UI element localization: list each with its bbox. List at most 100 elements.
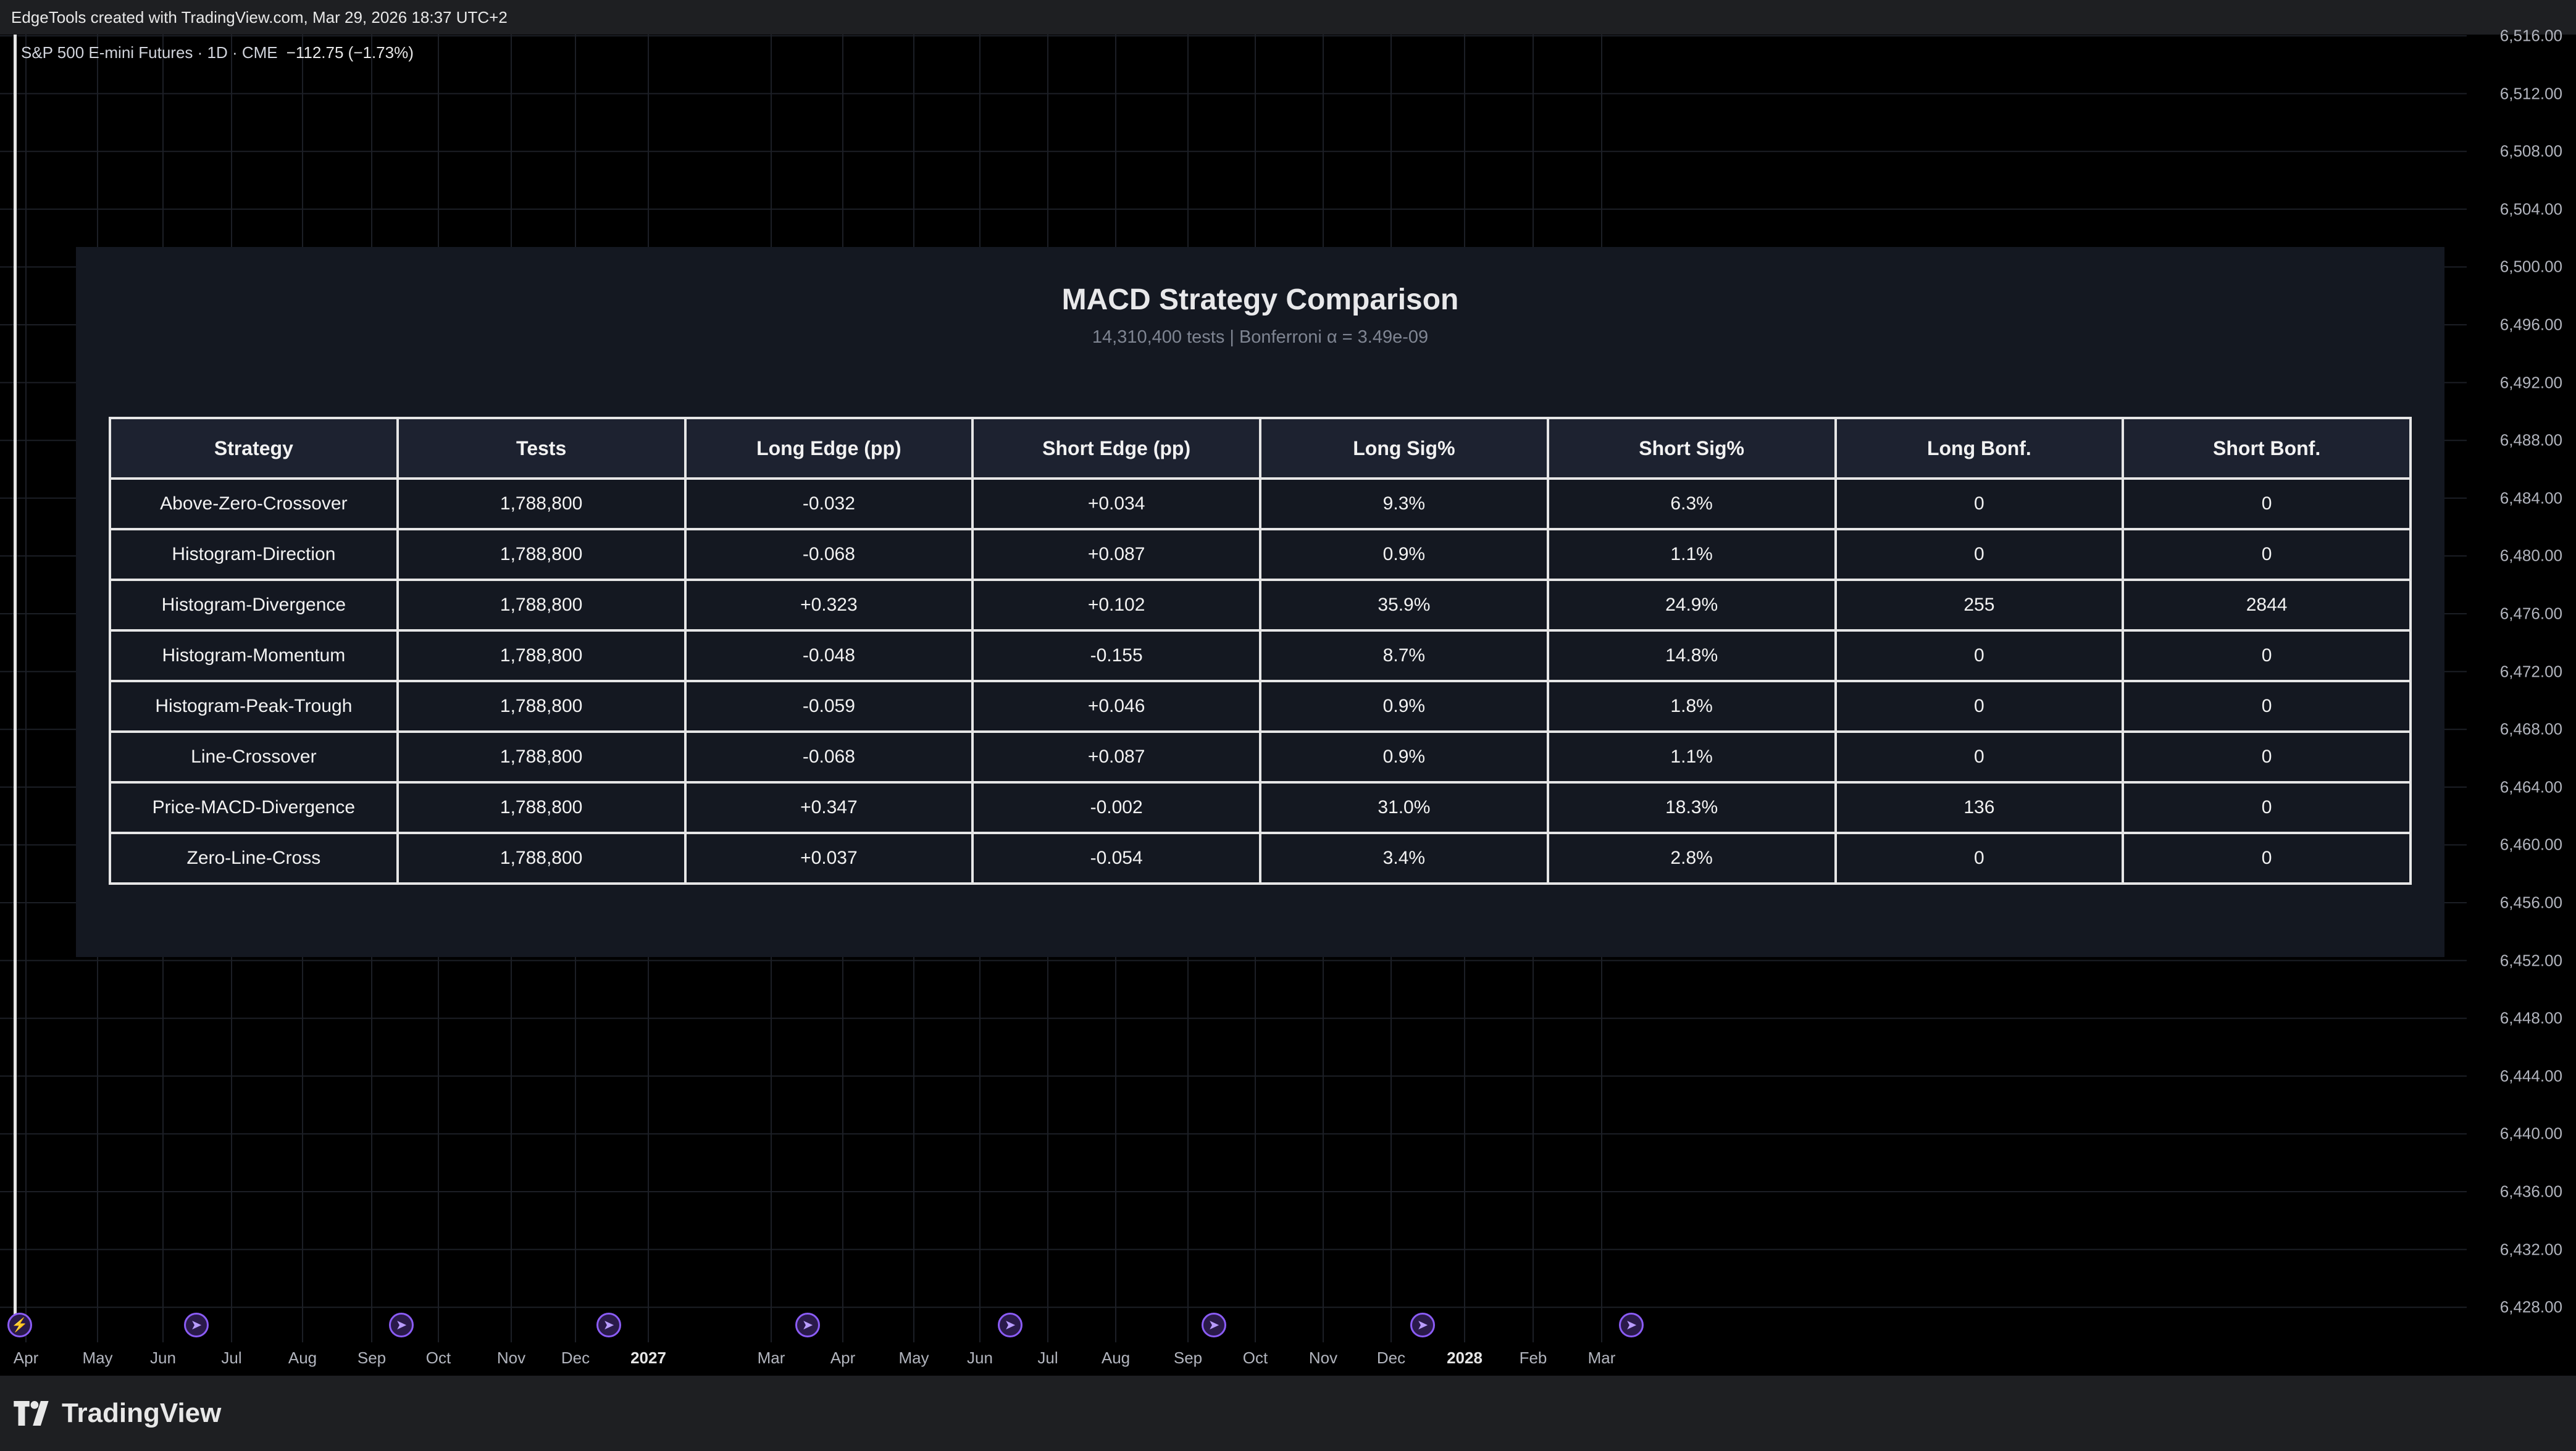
event-marker-icon[interactable]: ➤ <box>1619 1313 1644 1337</box>
price-label: 6,480.00 <box>2499 546 2562 565</box>
table-cell: 0 <box>1834 629 2125 682</box>
col-header: Short Sig% <box>1546 417 1837 480</box>
time-label: Dec <box>561 1349 590 1367</box>
time-label: 2028 <box>1447 1349 1482 1367</box>
table-cell: 0 <box>2122 832 2412 885</box>
table-cell: 0 <box>1834 477 2125 530</box>
col-header: Long Edge (pp) <box>684 417 974 480</box>
strategy-name-cell: Histogram-Divergence <box>109 579 399 632</box>
table-row: Histogram-Direction 1,788,800 -0.068 +0.087… <box>109 528 2412 581</box>
table-cell: 9.3% <box>1259 477 1549 530</box>
table-header-row: Strategy Tests Long Edge (pp) Short Edge… <box>109 417 2412 480</box>
table-row: Histogram-Divergence 1,788,800 +0.323 +0.10… <box>109 579 2412 632</box>
time-label: Mar <box>1587 1349 1616 1367</box>
table-cell: 1.8% <box>1546 680 1837 733</box>
table-cell: -0.068 <box>684 528 974 581</box>
time-label: May <box>82 1349 113 1367</box>
table-row: Line-Crossover 1,788,800 -0.068 +0.087 0.9% 1… <box>109 730 2412 784</box>
table-cell: +0.347 <box>684 781 974 834</box>
time-label: Oct <box>425 1349 451 1367</box>
strategy-name-cell: Histogram-Peak-Trough <box>109 680 399 733</box>
table-cell: 1,788,800 <box>396 781 687 834</box>
price-label: 6,444.00 <box>2499 1066 2562 1085</box>
time-label: Apr <box>13 1349 39 1367</box>
table-cell: 0 <box>2122 730 2412 784</box>
price-label: 6,460.00 <box>2499 835 2562 854</box>
table-cell: 2844 <box>2122 579 2412 632</box>
event-marker-icon[interactable]: ➤ <box>1410 1313 1435 1337</box>
table-cell: 35.9% <box>1259 579 1549 632</box>
time-label: 2027 <box>630 1349 666 1367</box>
time-label: Jul <box>1037 1349 1058 1367</box>
table-cell: 31.0% <box>1259 781 1549 834</box>
time-label: Dec <box>1376 1349 1406 1367</box>
table-cell: +0.087 <box>971 528 1261 581</box>
price-label: 6,448.00 <box>2499 1008 2562 1027</box>
table-cell: 0 <box>2122 477 2412 530</box>
price-label: 6,468.00 <box>2499 719 2562 738</box>
caption-bar: EdgeTools created with TradingView.com, … <box>0 0 2576 35</box>
price-label: 6,428.00 <box>2499 1297 2562 1316</box>
chart-left-edge <box>14 35 17 1319</box>
price-label: 6,484.00 <box>2499 488 2562 508</box>
table-cell: +0.037 <box>684 832 974 885</box>
table-cell: 0 <box>2122 680 2412 733</box>
tradingview-logo-text: TradingView <box>62 1398 222 1428</box>
price-label: 6,512.00 <box>2499 84 2562 103</box>
table-cell: -0.048 <box>684 629 974 682</box>
table-row: Histogram-Peak-Trough 1,788,800 -0.059 +0.0… <box>109 680 2412 733</box>
col-header: Short Edge (pp) <box>971 417 1261 480</box>
panel-title: MACD Strategy Comparison <box>1061 283 1459 316</box>
price-scale[interactable]: 6,516.00 6,512.00 6,508.00 6,504.00 6,500.00… <box>2467 27 2576 1376</box>
table-cell: -0.032 <box>684 477 974 530</box>
time-label: Nov <box>1308 1349 1338 1367</box>
price-label: 6,464.00 <box>2499 777 2562 797</box>
time-label: Apr <box>830 1349 856 1367</box>
time-label: Sep <box>357 1349 387 1367</box>
symbol-name[interactable]: S&P 500 E-mini Futures · 1D · CME <box>21 43 278 62</box>
table-cell: 0 <box>2122 781 2412 834</box>
table-row: Histogram-Momentum 1,788,800 -0.048 -0.155 8… <box>109 629 2412 682</box>
event-marker-icon[interactable]: ➤ <box>795 1313 820 1337</box>
time-label: Mar <box>757 1349 785 1367</box>
panel-subtitle: 14,310,400 tests | Bonferroni α = 3.49e-… <box>1092 327 1429 347</box>
symbol-legend[interactable]: S&P 500 E-mini Futures · 1D · CME −112.7… <box>21 43 414 62</box>
table-cell: 0 <box>1834 528 2125 581</box>
footer-bar: TradingView <box>0 1376 2576 1451</box>
price-label: 6,508.00 <box>2499 141 2562 161</box>
table-cell: 136 <box>1834 781 2125 834</box>
table-cell: -0.068 <box>684 730 974 784</box>
strategy-name-cell: Line-Crossover <box>109 730 399 784</box>
time-label: Aug <box>288 1349 317 1367</box>
tradingview-logo[interactable]: TradingView <box>14 1398 221 1429</box>
time-label: May <box>898 1349 929 1367</box>
price-label: 6,452.00 <box>2499 951 2562 970</box>
caption-text: EdgeTools created with TradingView.com, … <box>11 7 508 27</box>
col-header: Long Bonf. <box>1834 417 2125 480</box>
table-row: Above-Zero-Crossover 1,788,800 -0.032 +0.03… <box>109 477 2412 530</box>
event-marker-icon[interactable]: ➤ <box>998 1313 1022 1337</box>
price-label: 6,440.00 <box>2499 1124 2562 1143</box>
event-marker-icon[interactable]: ➤ <box>184 1313 209 1337</box>
table-cell: 1,788,800 <box>396 477 687 530</box>
table-cell: 0 <box>2122 528 2412 581</box>
time-label: Sep <box>1173 1349 1203 1367</box>
event-marker-icon[interactable]: ➤ <box>389 1313 414 1337</box>
event-marker-icon[interactable]: ⚡ <box>7 1313 32 1337</box>
time-label: Feb <box>1519 1349 1547 1367</box>
strategy-name-cell: Price-MACD-Divergence <box>109 781 399 834</box>
price-change: −112.75 (−1.73%) <box>286 43 414 62</box>
table-cell: 0.9% <box>1259 730 1549 784</box>
time-scale[interactable]: Apr May Jun Jul Aug Sep Oct Nov Dec 2027 Mar Apr May… <box>0 1342 2467 1376</box>
table-cell: 0 <box>1834 730 2125 784</box>
event-marker-icon[interactable]: ➤ <box>1202 1313 1226 1337</box>
table-row: Zero-Line-Cross 1,788,800 +0.037 -0.054 3.4%… <box>109 832 2412 885</box>
table-cell: 1,788,800 <box>396 579 687 632</box>
col-header: Short Bonf. <box>2122 417 2412 480</box>
event-marker-icon[interactable]: ➤ <box>596 1313 621 1337</box>
price-label: 6,488.00 <box>2499 430 2562 450</box>
strategy-name-cell: Zero-Line-Cross <box>109 832 399 885</box>
table-cell: 1.1% <box>1546 730 1837 784</box>
table-cell: 1,788,800 <box>396 629 687 682</box>
price-label: 6,472.00 <box>2499 662 2562 681</box>
